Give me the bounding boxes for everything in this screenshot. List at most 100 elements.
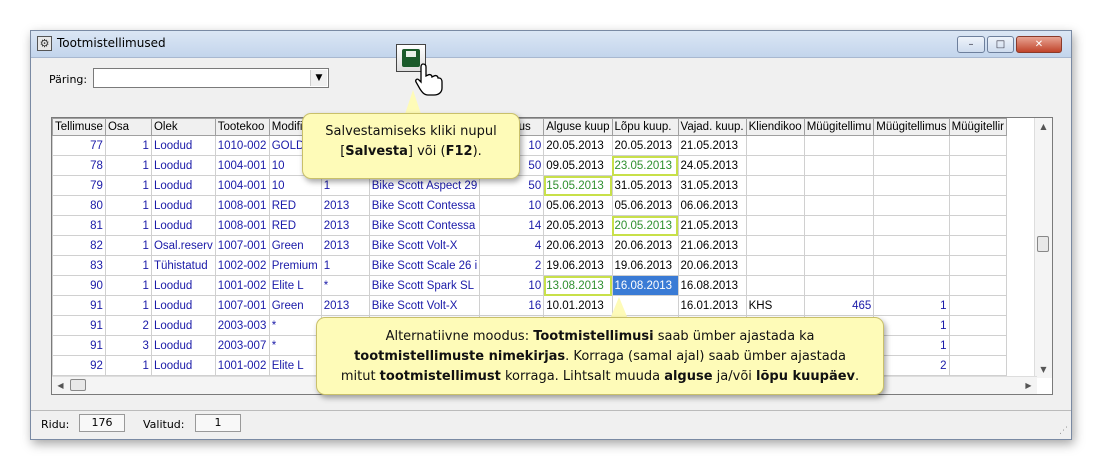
table-cell[interactable]: 20.06.2013 (543, 235, 613, 256)
table-cell[interactable]: Loodud (150, 195, 216, 216)
table-cell[interactable] (948, 255, 1007, 276)
table-cell[interactable]: 83 (52, 255, 106, 276)
column-header[interactable]: Lõpu kuup. (611, 118, 679, 136)
table-cell[interactable]: 31.05.2013 (677, 175, 747, 196)
scroll-down-icon[interactable]: ▼ (1035, 361, 1052, 378)
table-cell[interactable]: 21.06.2013 (677, 235, 747, 256)
table-cell[interactable] (745, 175, 805, 196)
table-cell[interactable] (873, 155, 950, 176)
table-cell[interactable] (873, 275, 950, 296)
table-cell[interactable]: 1008-001 (214, 195, 270, 216)
table-cell[interactable]: 2013 (320, 295, 370, 316)
table-cell[interactable]: Loodud (150, 295, 216, 316)
table-cell[interactable]: 2 (873, 355, 950, 376)
table-cell[interactable]: 77 (52, 135, 106, 156)
table-cell[interactable]: 78 (52, 155, 106, 176)
table-cell[interactable]: 14 (479, 215, 545, 236)
table-cell[interactable]: 1007-001 (214, 295, 270, 316)
table-cell[interactable]: 91 (52, 315, 106, 336)
column-header[interactable]: Kliendikoo (745, 118, 805, 136)
table-cell[interactable]: * (268, 335, 322, 356)
table-cell[interactable] (948, 335, 1007, 356)
table-cell[interactable] (948, 275, 1007, 296)
table-cell[interactable] (948, 235, 1007, 256)
table-cell[interactable]: 19.06.2013 (543, 255, 613, 276)
table-cell[interactable]: 1 (873, 335, 950, 356)
table-cell[interactable] (948, 195, 1007, 216)
table-cell[interactable]: 16.08.2013 (611, 275, 679, 296)
table-cell[interactable]: 31.05.2013 (611, 175, 679, 196)
table-cell[interactable]: * (320, 275, 370, 296)
table-cell[interactable]: 1 (873, 315, 950, 336)
column-header[interactable]: Tootekoo (214, 118, 270, 136)
table-cell[interactable]: 92 (52, 355, 106, 376)
table-cell[interactable]: 21.05.2013 (677, 135, 747, 156)
table-cell[interactable]: 465 (803, 295, 875, 316)
table-cell[interactable]: 1001-002 (214, 275, 270, 296)
table-cell[interactable]: 15.05.2013 (543, 175, 613, 196)
table-cell[interactable]: 23.05.2013 (611, 155, 679, 176)
table-cell[interactable]: Loodud (150, 315, 216, 336)
table-cell[interactable] (873, 135, 950, 156)
table-cell[interactable] (948, 295, 1007, 316)
table-cell[interactable]: 20.05.2013 (611, 135, 679, 156)
table-row[interactable]: 77 1 Loodud 1010-002 GOLD 10 20.05.2013 20.05.2… (52, 135, 1007, 156)
table-cell[interactable]: Bike Scott Volt-X (368, 295, 481, 316)
table-cell[interactable]: 1 (104, 255, 152, 276)
table-cell[interactable]: KHS (745, 295, 805, 316)
table-cell[interactable]: 90 (52, 275, 106, 296)
table-cell[interactable]: 2013 (320, 235, 370, 256)
table-cell[interactable]: 24.05.2013 (677, 155, 747, 176)
table-cell[interactable]: 2003-007 (214, 335, 270, 356)
table-cell[interactable]: 19.06.2013 (611, 255, 679, 276)
table-cell[interactable]: 2003-003 (214, 315, 270, 336)
table-cell[interactable]: 20.05.2013 (543, 215, 613, 236)
table-cell[interactable] (948, 175, 1007, 196)
table-cell[interactable]: 79 (52, 175, 106, 196)
table-cell[interactable]: 16 (479, 295, 545, 316)
table-cell[interactable] (948, 155, 1007, 176)
table-cell[interactable] (803, 175, 875, 196)
table-row[interactable]: 82 1 Osal.reserv 1007-001 Green 2013 Bike Scot… (52, 235, 1007, 256)
table-cell[interactable]: RED (268, 215, 322, 236)
table-cell[interactable]: Green (268, 295, 322, 316)
table-cell[interactable]: 20.05.2013 (611, 215, 679, 236)
table-cell[interactable]: Bike Scott Spark SL (368, 275, 481, 296)
table-cell[interactable]: Bike Scott Contessa (368, 215, 481, 236)
table-row[interactable]: 79 1 Loodud 1004-001 10 1 Bike Scott Aspect 29… (52, 175, 1007, 196)
table-cell[interactable]: 1 (104, 195, 152, 216)
column-header[interactable]: Müügitellimus (873, 118, 950, 136)
table-cell[interactable]: Loodud (150, 175, 216, 196)
table-cell[interactable] (873, 215, 950, 236)
table-cell[interactable] (745, 255, 805, 276)
table-cell[interactable]: 1007-001 (214, 235, 270, 256)
table-cell[interactable]: 82 (52, 235, 106, 256)
table-cell[interactable]: 09.05.2013 (543, 155, 613, 176)
scroll-right-icon[interactable]: ▶ (1020, 377, 1037, 394)
table-cell[interactable]: 1 (104, 355, 152, 376)
column-header[interactable]: Müügitellimu (803, 118, 875, 136)
column-header[interactable]: Olek (150, 118, 216, 136)
table-cell[interactable]: 10 (479, 195, 545, 216)
table-cell[interactable]: 2013 (320, 195, 370, 216)
window-app-icon[interactable]: ⚙ (37, 36, 52, 51)
table-cell[interactable] (803, 135, 875, 156)
table-cell[interactable]: 91 (52, 295, 106, 316)
column-header[interactable]: Tellimuse (52, 118, 106, 136)
table-cell[interactable]: Loodud (150, 135, 216, 156)
table-cell[interactable]: 2013 (320, 215, 370, 236)
table-cell[interactable] (745, 195, 805, 216)
table-cell[interactable] (745, 215, 805, 236)
query-select[interactable]: ▼ (93, 68, 329, 88)
table-cell[interactable]: Premium (268, 255, 322, 276)
table-cell[interactable] (803, 255, 875, 276)
table-cell[interactable]: 2 (479, 255, 545, 276)
table-cell[interactable]: Osal.reserv (150, 235, 216, 256)
table-cell[interactable] (745, 135, 805, 156)
column-header[interactable]: Osa (104, 118, 152, 136)
horizontal-scroll-thumb[interactable] (70, 379, 86, 391)
table-cell[interactable]: 16.08.2013 (677, 275, 747, 296)
table-cell[interactable] (948, 315, 1007, 336)
table-cell[interactable]: RED (268, 195, 322, 216)
table-cell[interactable]: 05.06.2013 (543, 195, 613, 216)
